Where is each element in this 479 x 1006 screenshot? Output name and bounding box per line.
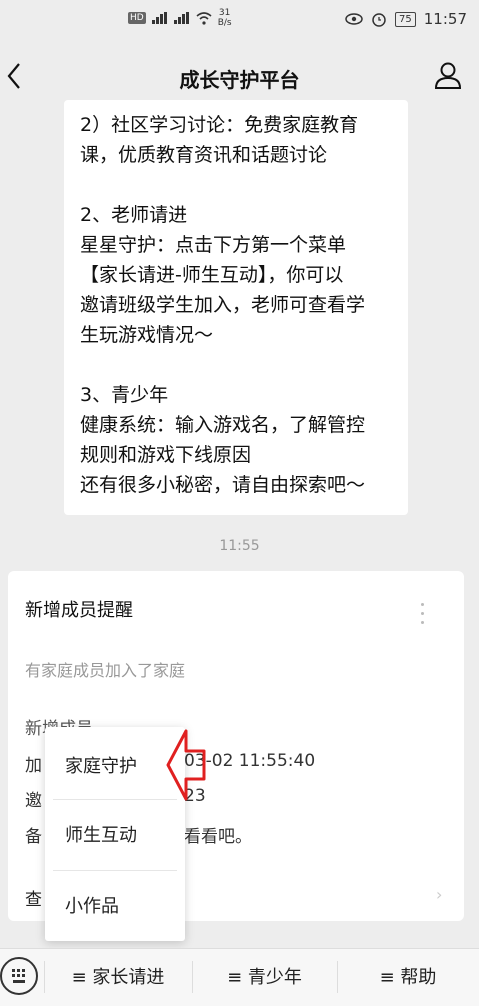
page-title: 成长守护平台 (179, 68, 300, 92)
message-bubble: 2）社区学习讨论：免费家庭教育 课，优质教育资讯和话题讨论 2、老师请进 星星守… (64, 100, 408, 515)
message-line: 星星守护：点击下方第一个菜单 (80, 234, 347, 256)
signal-icon (173, 12, 190, 24)
signal-icon (151, 12, 168, 24)
submenu-popup: 家庭守护 师生互动 小作品 (45, 727, 185, 941)
message-line: 2、老师请进 (80, 204, 188, 226)
message-line: 规则和游戏下线原因 (80, 444, 252, 466)
menu-item-teacher-student[interactable]: 师生互动 (45, 801, 185, 871)
eye-icon (345, 13, 363, 25)
note-value: 看看吧。 (184, 827, 252, 847)
status-bar: HD 31 B/s 75 11:57 (0, 0, 479, 44)
message-line: 健康系统：输入游戏名，了解管控 (80, 414, 366, 436)
battery-icon: 75 (395, 11, 416, 27)
card-title: 新增成员提醒 (25, 600, 133, 621)
message-line: 3、青少年 (80, 384, 169, 406)
menu-item-works[interactable]: 小作品 (45, 872, 185, 942)
menu-help[interactable]: ≡ 帮助 (337, 949, 479, 1006)
divider (53, 799, 177, 800)
chevron-right-icon: › (436, 885, 443, 904)
message-timestamp: 11:55 (219, 538, 260, 554)
menu-item-family-guard[interactable]: 家庭守护 (45, 732, 185, 802)
annotation-arrow-icon (166, 729, 206, 801)
menu-parents[interactable]: ≡ 家长请进 (44, 949, 192, 1006)
view-details-link[interactable]: 查 (25, 885, 42, 910)
card-subtitle: 有家庭成员加入了家庭 (25, 661, 186, 680)
profile-icon[interactable] (433, 60, 463, 90)
more-icon[interactable] (421, 603, 425, 630)
menu-youth[interactable]: ≡ 青少年 (192, 949, 337, 1006)
hd-icon: HD (128, 12, 146, 24)
bottom-menu-bar: ≡ 家长请进 ≡ 青少年 ≡ 帮助 (0, 948, 479, 1006)
status-right: 75 11:57 (345, 10, 467, 28)
message-line: 邀请班级学生加入，老师可查看学 (80, 294, 366, 316)
nav-header: 成长守护平台 (0, 44, 479, 108)
wifi-icon (196, 11, 212, 25)
message-line: 还有很多小秘密，请自由探索吧～ (80, 474, 366, 496)
message-line: 【家长请进-师生互动】，你可以 (80, 264, 344, 286)
status-indicators: HD 31 B/s (128, 8, 232, 28)
net-speed: 31 B/s (217, 8, 232, 28)
card-row-label: 加 (25, 756, 42, 776)
message-line: 生玩游戏情况～ (80, 324, 214, 346)
clock: 11:57 (423, 10, 467, 28)
message-line: 课，优质教育资讯和话题讨论 (80, 144, 328, 166)
keyboard-icon[interactable] (0, 957, 38, 995)
message-line: 2）社区学习讨论：免费家庭教育 (80, 114, 359, 136)
card-row-label: 邀 (25, 791, 42, 811)
alarm-icon (372, 13, 386, 27)
divider (53, 870, 177, 871)
card-row-label: 备 (25, 827, 42, 847)
